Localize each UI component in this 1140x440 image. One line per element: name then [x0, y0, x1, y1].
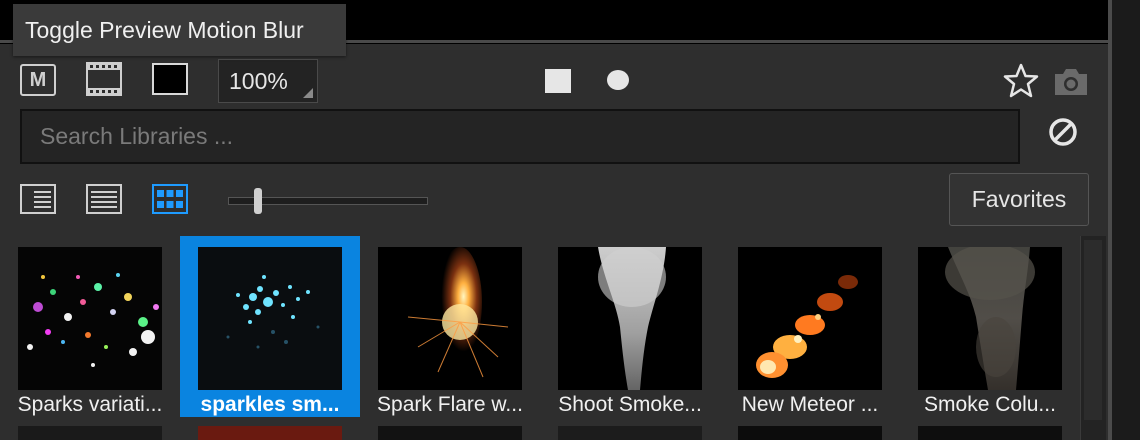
item-label: Spark Flare w... [377, 393, 523, 416]
library-item[interactable]: Shoot Smoke... [540, 236, 720, 417]
item-thumbnail [918, 247, 1062, 390]
item-thumbnail [18, 247, 162, 390]
m-button[interactable]: M [20, 64, 56, 96]
library-item-partial[interactable] [738, 426, 882, 440]
library-item[interactable]: Spark Flare w... [360, 236, 540, 417]
camera-icon [1055, 69, 1087, 95]
item-label: Sparks variati... [17, 393, 163, 416]
grid-view-button[interactable] [152, 184, 188, 214]
library-item[interactable]: Sparks variati... [0, 236, 180, 417]
favorite-star-button[interactable] [1002, 63, 1040, 99]
item-label: Shoot Smoke... [558, 393, 702, 416]
library-item-partial[interactable] [378, 426, 522, 440]
item-label: New Meteor ... [741, 393, 879, 416]
library-item-partial[interactable] [918, 426, 1062, 440]
favorites-button[interactable]: Favorites [949, 173, 1089, 226]
library-item[interactable]: New Meteor ... [720, 236, 900, 417]
clear-icon [1049, 118, 1077, 146]
list-view-icon [20, 184, 56, 214]
library-item[interactable]: Smoke Colu... [900, 236, 1080, 417]
list-view-button[interactable] [20, 184, 56, 214]
film-strip-icon [86, 62, 122, 96]
detail-view-button[interactable] [86, 184, 122, 214]
item-thumbnail [198, 247, 342, 390]
item-thumbnail [738, 247, 882, 390]
detail-view-icon [86, 184, 122, 214]
clear-search-button[interactable] [1047, 116, 1079, 148]
library-item-selected[interactable]: sparkles sm... [180, 236, 360, 417]
grid-view-icon [152, 184, 188, 214]
star-icon [1003, 63, 1039, 98]
zoom-value: 100% [229, 68, 288, 94]
item-thumbnail [558, 247, 702, 390]
tooltip: Toggle Preview Motion Blur [13, 4, 346, 56]
grid-scrollbar-thumb[interactable] [1084, 240, 1102, 420]
search-field[interactable] [20, 109, 1020, 164]
zoom-select[interactable]: 100% [218, 59, 318, 103]
m-icon: M [29, 68, 47, 91]
library-item-partial[interactable] [558, 426, 702, 440]
item-label: Smoke Colu... [924, 393, 1056, 416]
circle-shape-button[interactable] [607, 70, 629, 90]
library-item-partial[interactable] [198, 426, 342, 440]
item-thumbnail [378, 247, 522, 390]
library-item-partial[interactable] [18, 426, 162, 440]
slider-handle[interactable] [254, 188, 262, 214]
dropdown-corner-icon [303, 88, 313, 98]
motion-blur-toggle-button[interactable] [86, 62, 122, 96]
background-color-button[interactable] [152, 63, 188, 95]
side-dock [1112, 0, 1140, 440]
square-shape-button[interactable] [545, 69, 571, 93]
item-label: sparkles sm... [200, 393, 340, 416]
search-input[interactable] [22, 111, 1018, 162]
snapshot-button[interactable] [1052, 64, 1090, 98]
